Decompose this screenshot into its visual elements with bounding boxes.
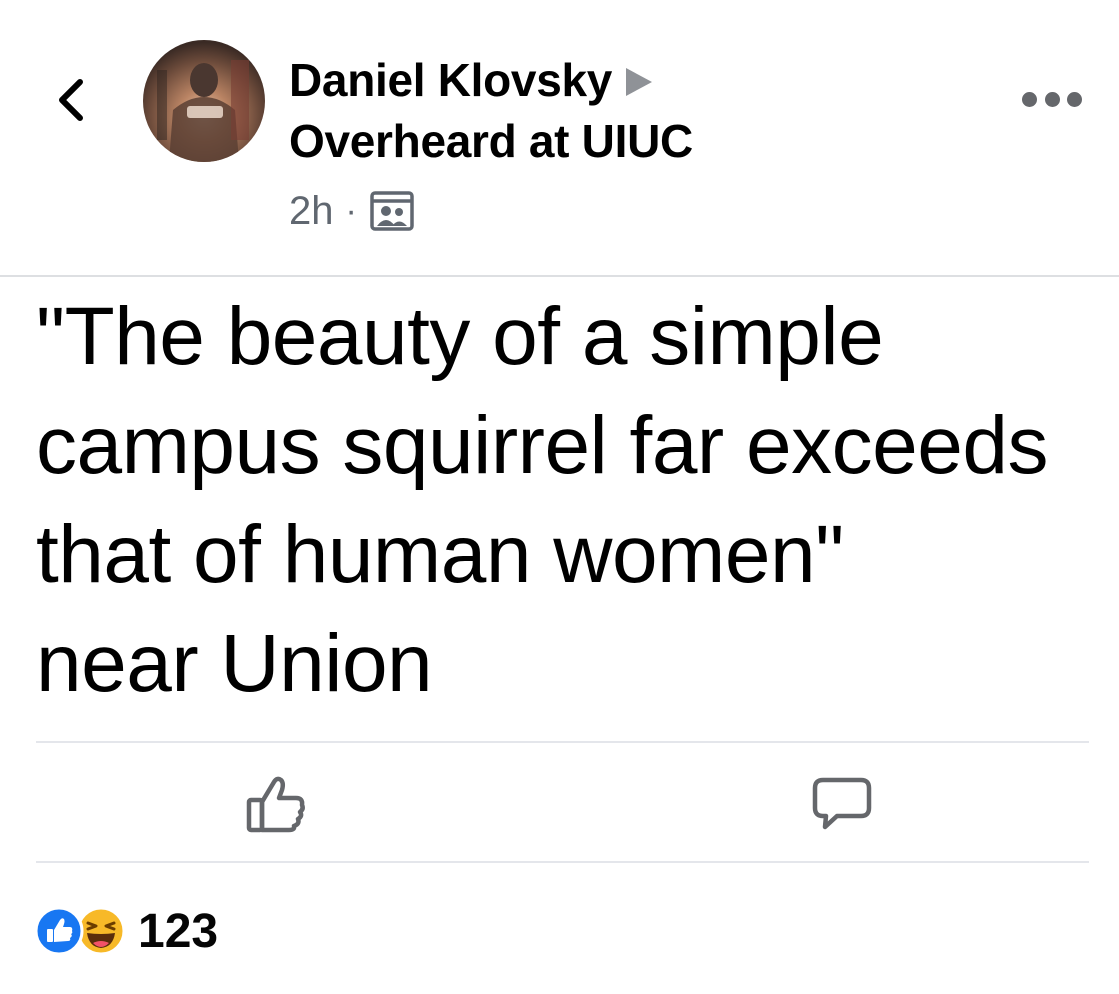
more-dot: [1067, 91, 1082, 107]
group-name[interactable]: Overheard at UIUC: [289, 112, 693, 170]
group-audience-icon: [370, 191, 414, 231]
timestamp[interactable]: 2h: [289, 189, 334, 234]
post-meta: 2h ·: [289, 186, 415, 236]
like-reaction-icon: [34, 906, 84, 956]
like-button[interactable]: [228, 768, 324, 840]
actions-bottom-divider: [36, 861, 1089, 863]
post-header: Daniel Klovsky Overheard at UIUC 2h ·: [0, 0, 1119, 276]
more-dot: [1022, 91, 1037, 107]
author-line: Daniel Klovsky: [289, 52, 653, 108]
avatar-photo: [143, 40, 265, 162]
header-divider: [0, 275, 1119, 277]
actions-top-divider: [36, 741, 1089, 743]
comment-button[interactable]: [794, 768, 890, 840]
author-avatar[interactable]: [143, 40, 265, 162]
more-options-button[interactable]: [1022, 84, 1082, 114]
meta-separator: ·: [345, 191, 357, 230]
play-arrow-icon: [626, 68, 653, 96]
more-dot: [1044, 91, 1060, 107]
back-button[interactable]: [48, 72, 92, 128]
post-text: "The beauty of a simple campus squirrel …: [36, 291, 1048, 709]
reaction-count: 123: [138, 904, 219, 958]
author-name[interactable]: Daniel Klovsky: [289, 53, 612, 107]
chevron-left-icon: [59, 79, 83, 121]
thumbs-up-icon: [246, 776, 305, 833]
comment-bubble-icon: [812, 777, 872, 830]
reactions-summary[interactable]: 123: [34, 900, 218, 962]
